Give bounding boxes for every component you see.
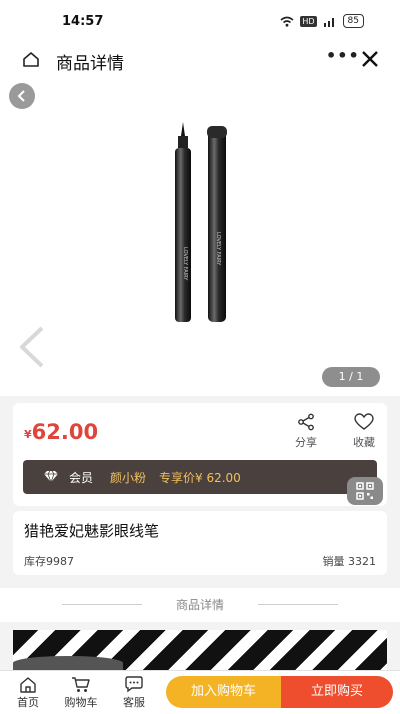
chat-icon: [125, 676, 143, 693]
qr-code-button[interactable]: [347, 477, 383, 505]
product-stock: 库存9987: [24, 555, 74, 568]
tab-home[interactable]: 首页: [6, 676, 50, 710]
tab-cart-label: 购物车: [64, 696, 98, 709]
top-navbar: 商品详情 •••: [0, 42, 400, 78]
qr-code-icon: [356, 482, 374, 500]
member-label: 会员: [69, 471, 94, 485]
product-gallery[interactable]: LOVELY FAIRY LOVELY FAIRY 1 / 1: [0, 78, 400, 396]
wifi-icon: [280, 16, 294, 27]
tab-cart[interactable]: 购物车: [59, 676, 103, 710]
cart-icon: [72, 677, 90, 692]
status-bar: 14:57 HD 85: [0, 0, 400, 42]
member-price-bar: 会员 颜小粉 专享价¥ 62.00: [23, 460, 377, 494]
tab-home-label: 首页: [17, 696, 39, 709]
favorite-label: 收藏: [353, 436, 375, 449]
home-icon[interactable]: [22, 51, 40, 67]
product-name: 猎艳爱妃魅影眼线笔: [24, 522, 160, 540]
home-icon: [20, 677, 36, 693]
status-time: 14:57: [62, 14, 104, 29]
favorite-button[interactable]: 收藏: [344, 413, 384, 450]
buy-now-button[interactable]: 立即购买: [281, 676, 393, 708]
product-info-card: 猎艳爱妃魅影眼线笔 库存9987 销量 3321: [13, 511, 387, 575]
svg-text:LOVELY FAIRY: LOVELY FAIRY: [215, 232, 221, 266]
product-price: ¥62.00: [24, 420, 98, 444]
tab-service-label: 客服: [123, 696, 145, 709]
member-price: 专享价¥ 62.00: [159, 471, 241, 485]
details-divider: 商品详情: [0, 588, 400, 622]
gallery-prev-icon[interactable]: [18, 326, 46, 368]
signal-icon: [323, 17, 334, 27]
share-button[interactable]: 分享: [286, 413, 326, 450]
product-sales: 销量 3321: [322, 555, 377, 568]
gallery-pager: 1 / 1: [322, 367, 380, 387]
page-title: 商品详情: [56, 54, 124, 74]
add-to-cart-button[interactable]: 加入购物车: [166, 676, 281, 708]
close-icon[interactable]: [360, 49, 380, 69]
more-icon[interactable]: •••: [326, 46, 360, 65]
price-card: ¥62.00 分享 收藏 会员 颜小粉 专享价¥ 62.00: [13, 403, 387, 506]
heart-icon: [354, 413, 374, 430]
status-icons: HD 85: [280, 14, 364, 28]
banner-model-image: [13, 656, 123, 670]
chevron-left-icon: [17, 90, 25, 102]
details-banner-image: [13, 630, 387, 670]
diamond-icon: [44, 470, 58, 483]
details-section-title: 商品详情: [175, 598, 224, 612]
share-icon: [298, 413, 314, 431]
bottom-action-bar: 首页 购物车 客服 加入购物车 立即购买: [0, 670, 400, 714]
price-amount: 62.00: [31, 420, 99, 444]
hd-icon: HD: [300, 15, 317, 27]
currency-symbol: ¥: [24, 428, 32, 441]
member-level: 颜小粉: [110, 471, 147, 485]
back-button[interactable]: [9, 83, 35, 109]
svg-text:LOVELY FAIRY: LOVELY FAIRY: [182, 247, 188, 281]
battery-icon: 85: [342, 14, 364, 28]
product-image: LOVELY FAIRY LOVELY FAIRY: [175, 122, 227, 322]
share-label: 分享: [295, 436, 317, 449]
tab-service[interactable]: 客服: [112, 676, 156, 710]
